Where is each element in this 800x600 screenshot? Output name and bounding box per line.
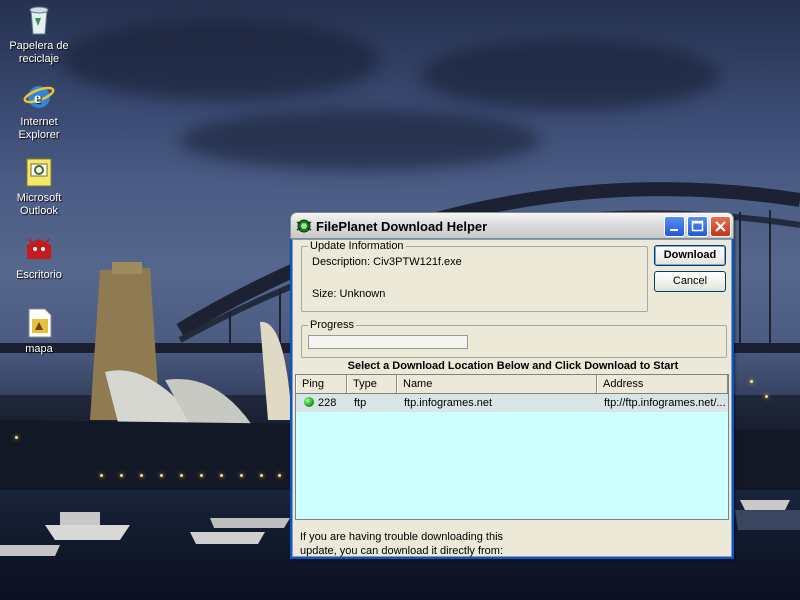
desktop-icon-recycle-bin[interactable]: Papelera de reciclaje <box>1 4 77 66</box>
title-bar[interactable]: FilePlanet Download Helper <box>290 212 734 239</box>
internet-explorer-icon: e <box>23 80 55 112</box>
column-header-address[interactable]: Address <box>597 375 728 393</box>
desktop-icon-label: mapa <box>25 343 53 355</box>
column-header-type[interactable]: Type <box>347 375 397 393</box>
mirror-table[interactable]: Ping Type Name Address 228 ftp ftp.infog… <box>295 374 729 520</box>
desktop-icon-escritorio[interactable]: Escritorio <box>1 233 77 282</box>
maximize-icon <box>691 220 704 232</box>
footer-line-2: update, you can download it directly fro… <box>300 545 504 557</box>
ping-cell: 228 <box>299 394 347 412</box>
desktop-folder-icon <box>23 233 55 265</box>
svg-text:e: e <box>34 90 41 107</box>
fileplanet-download-window[interactable]: FilePlanet Download Helper Update Inform… <box>290 212 734 559</box>
update-information-legend: Update Information <box>310 240 404 252</box>
outlook-icon <box>23 156 55 188</box>
table-row[interactable]: 228 ftp ftp.infogrames.net ftp://ftp.inf… <box>296 394 728 412</box>
minimize-icon <box>670 229 678 231</box>
window-title: FilePlanet Download Helper <box>316 219 488 234</box>
column-header-ping[interactable]: Ping <box>296 375 347 393</box>
desktop-icon-label: Escritorio <box>16 269 62 281</box>
desktop-icon-label: Microsoft Outlook <box>16 192 62 217</box>
status-green-dot-icon <box>304 397 314 407</box>
close-icon <box>715 221 726 232</box>
gif-file-icon <box>23 307 55 339</box>
ping-value: 228 <box>318 397 337 409</box>
window-client-area: Update Information Description: Civ3PTW1… <box>292 239 732 557</box>
desktop-icon-label: Internet Explorer <box>18 116 60 141</box>
size-text: Size: Unknown <box>312 288 386 300</box>
fileplanet-bug-icon <box>296 218 312 234</box>
column-header-name[interactable]: Name <box>397 375 597 393</box>
maximize-button[interactable] <box>687 216 708 237</box>
progress-legend: Progress <box>310 319 355 331</box>
address-cell: ftp://ftp.infogrames.net/... <box>604 397 726 409</box>
desktop-icon-outlook[interactable]: Microsoft Outlook <box>1 156 77 218</box>
name-cell: ftp.infogrames.net <box>404 397 493 409</box>
progress-bar <box>308 335 468 349</box>
close-button[interactable] <box>710 216 731 237</box>
cancel-button[interactable]: Cancel <box>654 271 726 292</box>
type-cell: ftp <box>354 397 367 409</box>
desktop-icon-label: Papelera de reciclaje <box>9 40 69 65</box>
minimize-button[interactable] <box>664 216 685 237</box>
download-instruction: Select a Download Location Below and Cli… <box>347 360 679 372</box>
download-button[interactable]: Download <box>654 245 726 266</box>
table-header: Ping Type Name Address <box>296 375 728 394</box>
footer-line-1: If you are having trouble downloading th… <box>300 531 504 543</box>
update-information-group: Update Information <box>301 240 648 312</box>
recycle-bin-icon <box>23 4 55 36</box>
footer-help-text: If you are having trouble downloading th… <box>300 530 503 558</box>
description-text: Description: Civ3PTW121f.exe <box>312 256 462 268</box>
desktop-icon-internet-explorer[interactable]: e Internet Explorer <box>1 80 77 142</box>
desktop-icon-mapa[interactable]: mapa <box>1 307 77 356</box>
